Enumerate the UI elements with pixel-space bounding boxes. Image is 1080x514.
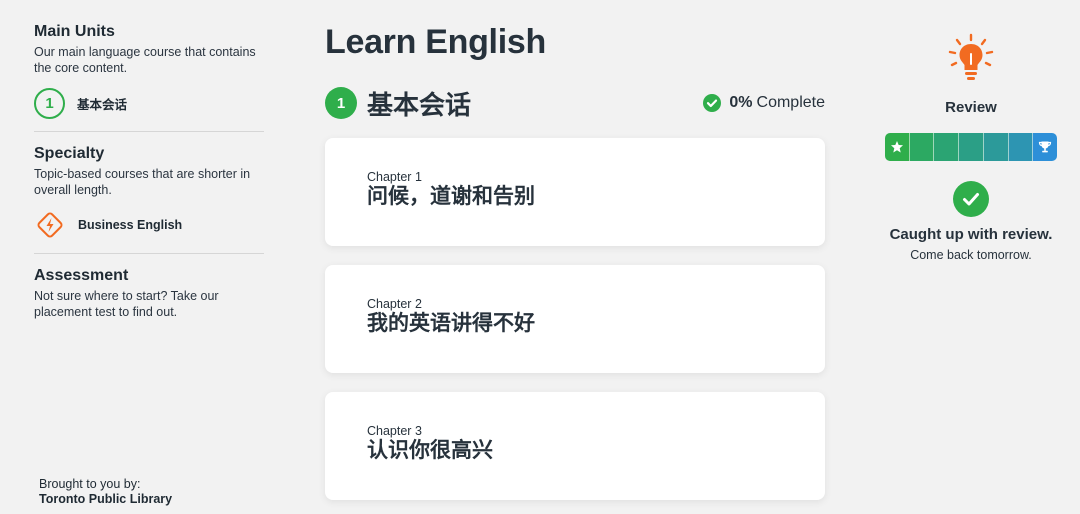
sidebar-footer: Brought to you by: Toronto Public Librar… xyxy=(39,477,172,507)
main-units-title: Main Units xyxy=(34,23,115,40)
review-progress-bar xyxy=(885,133,1057,161)
review-title: Review xyxy=(945,99,997,116)
chapter-card-2[interactable]: Chapter 2 我的英语讲得不好 xyxy=(325,265,825,373)
footer-org: Toronto Public Library xyxy=(39,492,173,506)
sidebar-item-label: Business English xyxy=(78,218,183,232)
review-segment xyxy=(959,133,984,161)
assessment-section[interactable]: Assessment Not sure where to start? Take… xyxy=(34,266,264,320)
unit-header: 1 基本会话 0% Complete xyxy=(325,86,825,120)
chapter-title: 问候，道谢和告别 xyxy=(367,185,535,208)
trophy-icon xyxy=(1038,140,1052,154)
review-segment xyxy=(934,133,960,161)
page-title: Learn English xyxy=(325,23,546,61)
unit-progress: 0% Complete xyxy=(703,94,825,112)
review-segment xyxy=(1008,133,1034,161)
chapter-number: Chapter 3 xyxy=(367,424,422,438)
chapter-number: Chapter 2 xyxy=(367,297,422,311)
specialty-description: Topic-based courses that are shorter in … xyxy=(34,167,251,197)
chapter-title: 认识你很高兴 xyxy=(367,439,493,462)
review-segment xyxy=(983,133,1009,161)
main-units-section: Main Units Our main language course that… xyxy=(34,22,264,120)
divider xyxy=(34,131,264,132)
sidebar-item-business-english[interactable]: Business English xyxy=(34,208,264,242)
sidebar-item-label: 基本会话 xyxy=(77,97,128,112)
review-status-title: Caught up with review. xyxy=(889,226,1053,243)
lightbulb-icon xyxy=(945,32,997,89)
main-units-description: Our main language course that contains t… xyxy=(34,45,256,75)
review-segment-end xyxy=(1033,133,1057,161)
chapter-card-3[interactable]: Chapter 3 认识你很高兴 xyxy=(325,392,825,500)
progress-percent: 0% xyxy=(729,94,753,111)
review-segment xyxy=(909,133,935,161)
check-circle-icon xyxy=(953,181,989,217)
divider xyxy=(34,253,264,254)
specialty-section: Specialty Topic-based courses that are s… xyxy=(34,144,264,242)
unit-number-badge: 1 xyxy=(34,87,65,119)
unit-number-badge: 1 xyxy=(325,87,357,119)
assessment-title[interactable]: Assessment xyxy=(34,266,264,286)
main-content: Learn English 1 基本会话 0% Complete xyxy=(325,22,825,120)
sidebar-item-unit-1[interactable]: 1 基本会话 xyxy=(34,86,264,120)
specialty-title: Specialty xyxy=(34,145,105,162)
lightning-diamond-icon xyxy=(34,209,66,241)
sidebar: Main Units Our main language course that… xyxy=(34,22,264,320)
unit-title: 基本会话 xyxy=(367,89,472,120)
review-panel: Review Caught up with review. Come back … xyxy=(885,32,1057,262)
check-circle-icon xyxy=(703,94,722,112)
chapter-card-1[interactable]: Chapter 1 问候，道谢和告别 xyxy=(325,138,825,246)
review-status-subtitle: Come back tomorrow. xyxy=(910,248,1032,262)
review-segment-start xyxy=(885,133,910,161)
chapter-title: 我的英语讲得不好 xyxy=(367,312,535,335)
star-icon xyxy=(890,140,904,154)
chapter-number: Chapter 1 xyxy=(367,170,422,184)
footer-credit: Brought to you by: xyxy=(39,477,141,491)
progress-label: Complete xyxy=(756,94,825,111)
assessment-description: Not sure where to start? Take our placem… xyxy=(34,289,219,319)
